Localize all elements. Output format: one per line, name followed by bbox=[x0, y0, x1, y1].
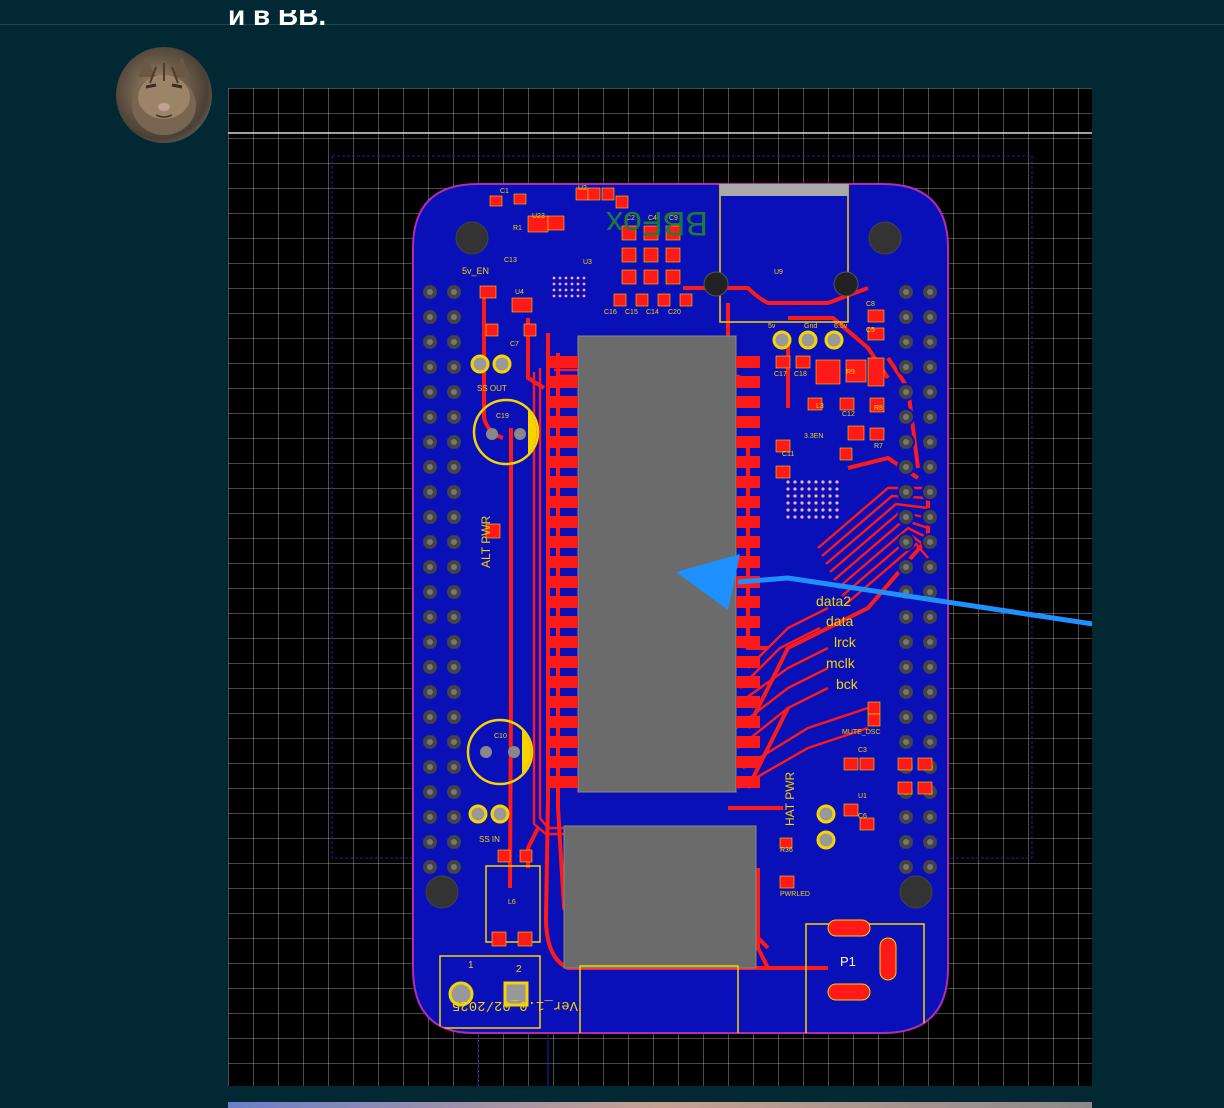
pcb-layout-view: C1 U2 U23 R1 C2 C4 C9 C13 U3 U4 C7 C16 C… bbox=[228, 88, 1092, 1086]
label-gnd: Gnd bbox=[804, 323, 817, 330]
label-r1: R1 bbox=[513, 225, 522, 232]
label-r7: R7 bbox=[874, 443, 883, 450]
label-r9: R9 bbox=[846, 369, 855, 376]
label-c12: C12 bbox=[842, 411, 855, 418]
label-c16: C16 bbox=[604, 309, 617, 316]
label-ss-out: SS OUT bbox=[477, 384, 507, 393]
label-mclk: mclk bbox=[826, 655, 856, 671]
label-6-5v: 6.5v bbox=[834, 323, 848, 330]
label-pwrled: PWRLED bbox=[780, 891, 810, 898]
module-chip-bottom bbox=[563, 825, 757, 969]
top-divider bbox=[0, 24, 1224, 25]
label-r8: R8 bbox=[874, 405, 883, 412]
label-c8: C8 bbox=[866, 301, 875, 308]
label-c20: C20 bbox=[668, 309, 681, 316]
next-image-preview[interactable] bbox=[228, 1102, 1092, 1108]
post-text: и в ВВ. bbox=[228, 10, 327, 31]
label-data2: data2 bbox=[816, 593, 851, 609]
label-5v: 5v bbox=[768, 323, 776, 330]
user-avatar[interactable] bbox=[116, 47, 212, 143]
label-alt-pwr: ALT PWR bbox=[479, 515, 493, 568]
label-pin1: 1 bbox=[468, 960, 474, 971]
label-c17: C17 bbox=[774, 371, 787, 378]
label-u4: U4 bbox=[515, 289, 524, 296]
label-c7: C7 bbox=[510, 341, 519, 348]
label-data: data bbox=[826, 613, 853, 629]
label-c3: C3 bbox=[858, 747, 867, 754]
label-mute-dsc: MUTE_DSC bbox=[842, 729, 881, 736]
label-ss-in: SS IN bbox=[479, 835, 500, 844]
label-l3: L3 bbox=[816, 403, 824, 410]
label-u2: U2 bbox=[578, 185, 587, 192]
label-c14: C14 bbox=[646, 309, 659, 316]
pcb-screenshot[interactable]: C1 U2 U23 R1 C2 C4 C9 C13 U3 U4 C7 C16 C… bbox=[228, 88, 1092, 1086]
label-u23: U23 bbox=[532, 213, 545, 220]
label-lrck: lrck bbox=[834, 634, 857, 650]
label-5v-en: 5v_EN bbox=[462, 266, 489, 276]
label-c13: C13 bbox=[504, 257, 517, 264]
label-version: Ver_1.0_02/2025 bbox=[452, 997, 578, 1013]
label-c18: C18 bbox=[794, 371, 807, 378]
label-bck: bck bbox=[836, 676, 859, 692]
label-hat-pwr: HAT PWR bbox=[783, 771, 797, 826]
label-r36: R36 bbox=[780, 847, 793, 854]
label-l6: L6 bbox=[508, 899, 516, 906]
label-c1: C1 bbox=[500, 188, 509, 195]
label-3-3en: 3.3EN bbox=[804, 433, 823, 440]
label-c15: C15 bbox=[625, 309, 638, 316]
label-u1: U1 bbox=[858, 793, 867, 800]
label-p1: P1 bbox=[840, 954, 856, 969]
label-c11: C11 bbox=[782, 451, 794, 458]
label-pin2: 2 bbox=[516, 964, 522, 975]
label-c10: C10 bbox=[494, 733, 507, 740]
label-c19: C19 bbox=[496, 413, 509, 420]
label-u3: U3 bbox=[583, 259, 592, 266]
label-u9: U9 bbox=[774, 269, 783, 276]
label-c5: C5 bbox=[866, 327, 875, 334]
label-bbfox: BBFox bbox=[606, 204, 708, 242]
label-c6: C6 bbox=[858, 813, 867, 820]
